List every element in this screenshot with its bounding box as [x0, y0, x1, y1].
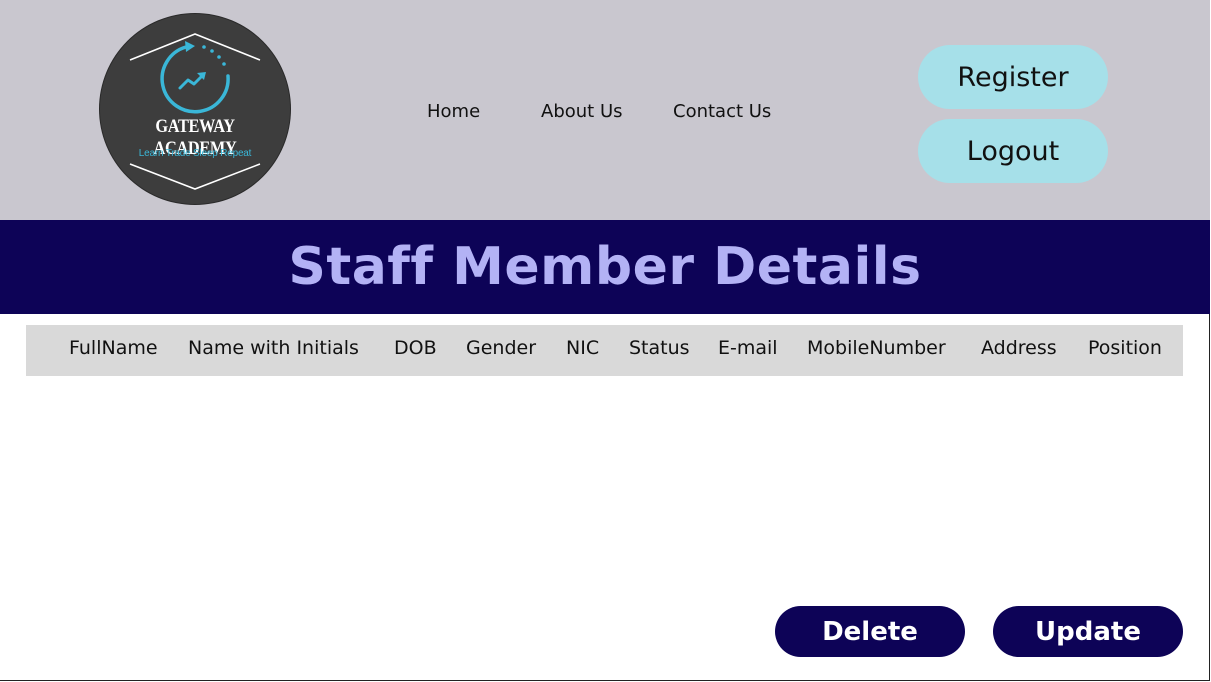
- column-header-dob: DOB: [394, 337, 437, 359]
- delete-button[interactable]: Delete: [775, 606, 965, 657]
- brand-logo[interactable]: GATEWAY ACADEMY Learn Trade Sleep Repeat: [100, 14, 290, 204]
- column-header-mobile-number: MobileNumber: [807, 337, 946, 359]
- register-button[interactable]: Register: [918, 45, 1108, 109]
- column-header-name-with-initials: Name with Initials: [188, 337, 359, 359]
- nav-home-link[interactable]: Home: [427, 101, 480, 122]
- brand-tagline: Learn Trade Sleep Repeat: [138, 148, 252, 159]
- title-banner: Staff Member Details: [0, 220, 1210, 314]
- nav-contact-link[interactable]: Contact Us: [673, 101, 771, 122]
- logo-emblem: [129, 33, 261, 190]
- update-button[interactable]: Update: [993, 606, 1183, 657]
- staff-table-header: FullName Name with Initials DOB Gender N…: [26, 325, 1183, 376]
- site-header: GATEWAY ACADEMY Learn Trade Sleep Repeat…: [0, 0, 1210, 220]
- column-header-address: Address: [981, 337, 1057, 359]
- staff-table-body: [26, 376, 1183, 586]
- column-header-position: Position: [1088, 337, 1162, 359]
- nav-about-link[interactable]: About Us: [541, 101, 623, 122]
- column-header-gender: Gender: [466, 337, 537, 359]
- page-title: Staff Member Details: [288, 237, 922, 297]
- logout-button[interactable]: Logout: [918, 119, 1108, 183]
- column-header-fullname: FullName: [69, 337, 158, 359]
- column-header-status: Status: [629, 337, 690, 359]
- column-header-nic: NIC: [566, 337, 600, 359]
- column-header-email: E-mail: [718, 337, 778, 359]
